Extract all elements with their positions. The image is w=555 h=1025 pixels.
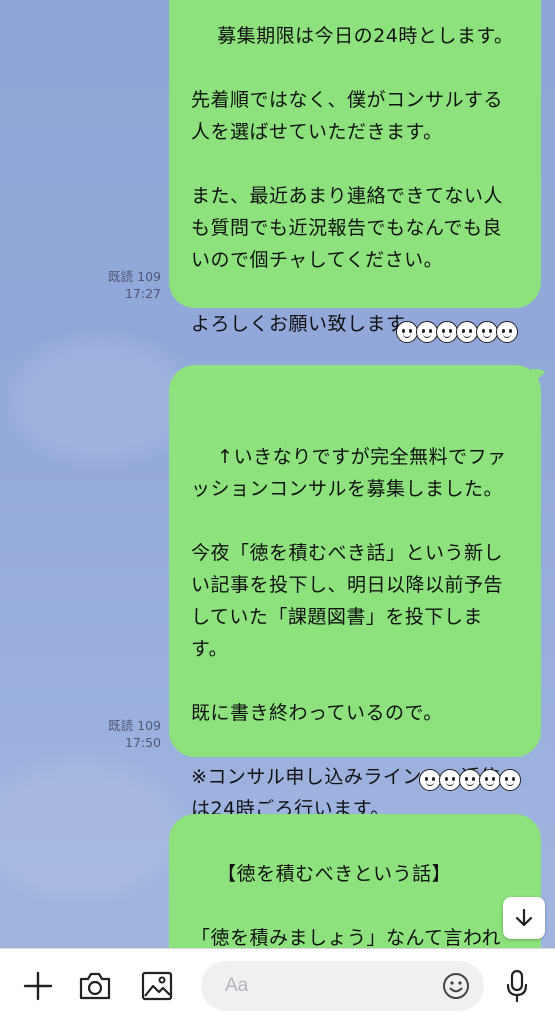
message-bubble[interactable]: 【徳を積むべきという話】 「徳を積みましょう」なんて言われても、 — [169, 814, 541, 948]
praying-face-icon — [416, 321, 438, 343]
read-count: 既読 109 — [108, 718, 161, 733]
reaction-stickers[interactable] — [419, 769, 521, 791]
emoji-icon[interactable] — [442, 972, 470, 1000]
message-bubble[interactable]: ↑いきなりですが完全無料でファッションコンサルを募集しました。 今夜「徳を積むべ… — [169, 365, 549, 820]
microphone-icon[interactable] — [500, 969, 534, 1003]
message-toolbar — [0, 948, 555, 1025]
message-input-box[interactable] — [201, 961, 484, 1011]
message-text: 【徳を積むべきという話】 「徳を積みましょう」なんて言われても、 — [191, 863, 502, 948]
message-text: 募集期限は今日の24時とします。 先着順ではなく、僕がコンサルする人を選ばせてい… — [191, 25, 514, 335]
camera-icon[interactable] — [78, 969, 112, 1003]
thumbs-up-face-icon — [396, 321, 418, 343]
arrow-down-icon — [515, 908, 533, 927]
plus-icon[interactable] — [21, 969, 55, 1003]
smile-face-icon — [436, 321, 458, 343]
message-meta: 既読 109 17:50 — [95, 717, 161, 751]
wink-face-icon — [476, 321, 498, 343]
scroll-to-bottom-button[interactable] — [503, 897, 545, 939]
message-time: 17:27 — [124, 286, 161, 301]
bubble-tail — [531, 369, 549, 385]
reaction-stickers[interactable] — [396, 321, 518, 343]
smile-face-icon — [439, 769, 461, 791]
smile-face-icon — [479, 769, 501, 791]
message-time: 17:50 — [124, 735, 161, 750]
background-cloud — [0, 760, 180, 900]
smile-face-icon — [459, 769, 481, 791]
heart-face-icon — [496, 321, 518, 343]
chat-area[interactable]: 募集期限は今日の24時とします。 先着順ではなく、僕がコンサルする人を選ばせてい… — [0, 0, 555, 948]
message-input[interactable] — [223, 974, 427, 998]
read-count: 既読 109 — [108, 269, 161, 284]
thumbs-up-face-icon — [419, 769, 441, 791]
wink-face-icon — [499, 769, 521, 791]
smile-face-icon — [456, 321, 478, 343]
image-icon[interactable] — [140, 969, 174, 1003]
message-meta: 既読 109 17:27 — [95, 268, 161, 302]
message-bubble[interactable]: 募集期限は今日の24時とします。 先着順ではなく、僕がコンサルする人を選ばせてい… — [169, 0, 541, 335]
background-cloud — [10, 340, 190, 460]
message-text: ↑いきなりですが完全無料でファッションコンサルを募集しました。 今夜「徳を積むべ… — [191, 446, 507, 820]
